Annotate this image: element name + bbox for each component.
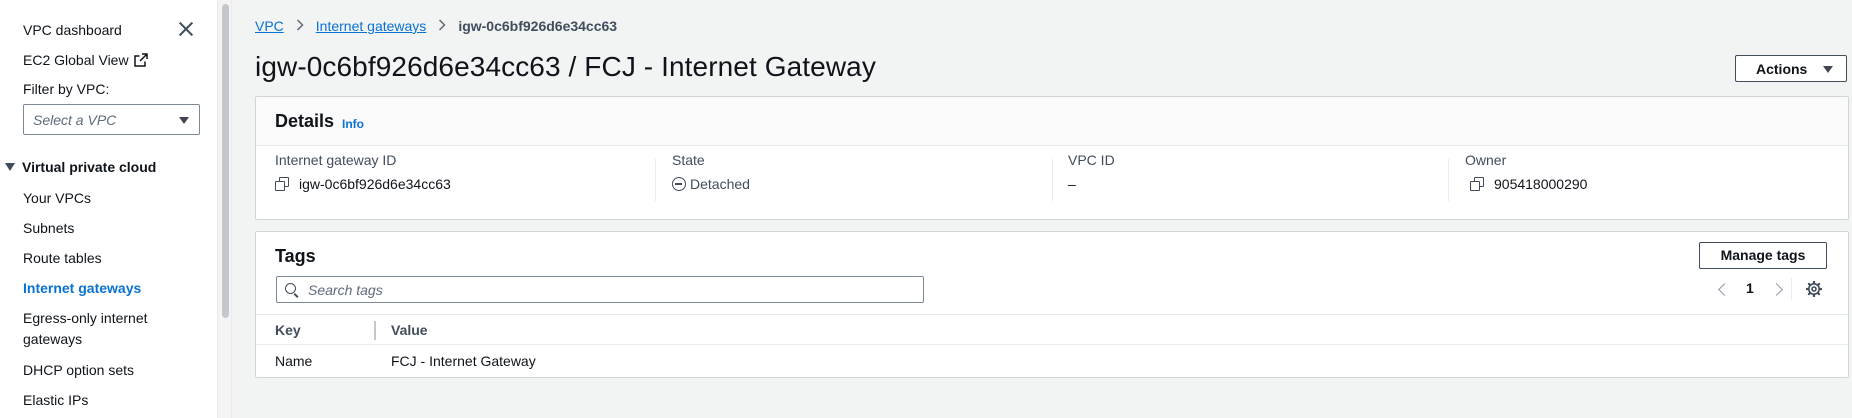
- close-icon[interactable]: [177, 20, 195, 38]
- sidebar-item-subnets[interactable]: Subnets: [23, 218, 74, 239]
- field-label: State: [672, 152, 705, 168]
- field-label: VPC ID: [1068, 152, 1115, 168]
- sidebar-scrollbar[interactable]: [219, 0, 232, 418]
- page-title: igw-0c6bf926d6e34cc63 / FCJ - Internet G…: [255, 51, 876, 82]
- internet-gateway-id-field: Internet gateway ID igw-0c6bf926d6e34cc6…: [275, 152, 451, 208]
- ec2-global-view-label: EC2 Global View: [23, 52, 129, 68]
- chevron-right-icon[interactable]: [1772, 284, 1784, 296]
- chevron-left-icon[interactable]: [1717, 284, 1729, 296]
- chevron-right-icon: [296, 18, 304, 34]
- scrollbar-thumb[interactable]: [222, 4, 229, 318]
- vpc-filter-select[interactable]: Select a VPC: [23, 104, 200, 135]
- ec2-global-view-link[interactable]: EC2 Global View: [23, 52, 148, 68]
- caret-down-icon: [5, 163, 15, 171]
- chevron-right-icon: [438, 18, 446, 34]
- manage-tags-button[interactable]: Manage tags: [1699, 242, 1827, 269]
- gear-icon[interactable]: [1806, 281, 1822, 297]
- column-divider: [1448, 159, 1449, 201]
- tags-title: Tags: [275, 246, 316, 266]
- external-link-icon: [133, 53, 148, 67]
- page-number[interactable]: 1: [1746, 280, 1754, 296]
- caret-down-icon: [1823, 66, 1833, 73]
- state-field: State Detached: [672, 152, 750, 208]
- search-icon: [285, 283, 296, 294]
- section-title: Virtual private cloud: [22, 159, 157, 175]
- details-header: Details Info: [256, 97, 1848, 146]
- tags-panel: Tags Manage tags Search tags 1 Key Value…: [255, 231, 1849, 378]
- side-navigation: VPC dashboard EC2 Global View Filter by …: [0, 0, 218, 418]
- column-divider: [655, 159, 656, 201]
- copy-icon[interactable]: [1470, 177, 1484, 191]
- search-placeholder: Search tags: [308, 282, 383, 298]
- column-divider: [1052, 159, 1053, 201]
- pager-divider: [1791, 278, 1792, 300]
- column-resizer[interactable]: [374, 321, 376, 340]
- info-link[interactable]: Info: [342, 117, 364, 131]
- breadcrumb-current: igw-0c6bf926d6e34cc63: [458, 18, 618, 34]
- vpc-filter-placeholder: Select a VPC: [33, 112, 117, 128]
- details-panel: Details Info Internet gateway ID igw-0c6…: [255, 96, 1849, 220]
- field-label: Internet gateway ID: [275, 152, 397, 168]
- sidebar-item-elastic-ips[interactable]: Elastic IPs: [23, 390, 88, 411]
- breadcrumb-vpc[interactable]: VPC: [255, 18, 284, 34]
- filter-by-vpc-label: Filter by VPC:: [23, 81, 110, 97]
- owner-field: Owner 905418000290: [1465, 152, 1587, 208]
- breadcrumb: VPC Internet gateways igw-0c6bf926d6e34cc6…: [255, 18, 617, 34]
- sidebar-item-internet-gateways[interactable]: Internet gateways: [23, 278, 141, 299]
- owner-value: 905418000290: [1494, 176, 1588, 192]
- sidebar-item-your-vpcs[interactable]: Your VPCs: [23, 188, 91, 209]
- vpc-id-value: –: [1068, 176, 1076, 192]
- column-header-value[interactable]: Value: [391, 322, 428, 338]
- status-stopped-icon: [672, 177, 686, 191]
- caret-down-icon: [179, 117, 189, 124]
- virtual-private-cloud-section[interactable]: Virtual private cloud: [5, 159, 156, 175]
- vpc-dashboard-link[interactable]: VPC dashboard: [23, 22, 122, 38]
- tags-table-header: Key Value: [256, 314, 1848, 345]
- sidebar-item-dhcp-option-sets[interactable]: DHCP option sets: [23, 360, 134, 381]
- copy-icon[interactable]: [275, 177, 289, 191]
- actions-label: Actions: [1756, 61, 1808, 77]
- field-label: Owner: [1465, 152, 1507, 168]
- state-value: Detached: [690, 176, 750, 192]
- search-tags-input[interactable]: Search tags: [276, 276, 924, 303]
- sidebar-item-route-tables[interactable]: Route tables: [23, 248, 102, 269]
- sidebar-item-egress-only-internet-gateways[interactable]: Egress-only internet gateways: [23, 308, 173, 350]
- internet-gateway-id-value: igw-0c6bf926d6e34cc63: [299, 176, 451, 192]
- tag-key-cell: Name: [275, 353, 313, 369]
- breadcrumb-internet-gateways[interactable]: Internet gateways: [316, 18, 427, 34]
- actions-button[interactable]: Actions: [1735, 55, 1847, 82]
- details-title: Details: [275, 111, 335, 131]
- vpc-id-field: VPC ID –: [1068, 152, 1115, 208]
- tag-value-cell: FCJ - Internet Gateway: [391, 353, 536, 369]
- column-header-key[interactable]: Key: [275, 322, 301, 338]
